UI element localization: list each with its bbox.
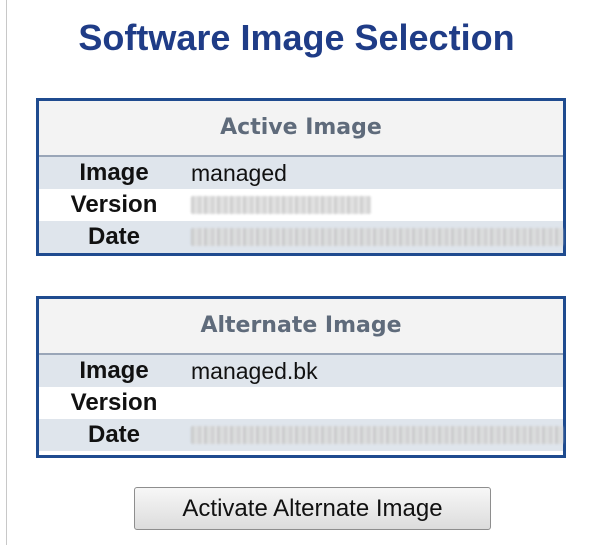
alternate-image-panel: Alternate Image Image managed.bk Version… <box>36 296 566 458</box>
date-value-redacted <box>191 426 563 444</box>
active-image-header: Active Image <box>39 101 563 157</box>
date-label: Date <box>87 223 141 250</box>
active-version-row: Version <box>39 189 563 221</box>
alternate-image-row: Image managed.bk <box>39 355 563 387</box>
image-label: Image <box>79 159 149 186</box>
page-title: Software Image Selection <box>78 17 515 58</box>
image-label: Image <box>79 357 149 384</box>
date-value-redacted <box>191 228 563 246</box>
image-value: managed.bk <box>191 358 318 384</box>
alternate-image-header: Alternate Image <box>39 299 563 355</box>
version-label: Version <box>70 389 158 416</box>
version-value-redacted <box>191 196 371 214</box>
alternate-date-row: Date <box>39 419 563 451</box>
alternate-version-row: Version <box>39 387 563 419</box>
left-border-line <box>6 0 7 545</box>
active-image-row: Image managed <box>39 157 563 189</box>
version-label: Version <box>70 191 158 218</box>
date-label: Date <box>87 421 141 448</box>
image-value: managed <box>191 160 287 186</box>
active-image-panel: Active Image Image managed Version Date <box>36 98 566 256</box>
activate-alternate-image-button[interactable]: Activate Alternate Image <box>134 487 491 530</box>
active-date-row: Date <box>39 221 563 253</box>
